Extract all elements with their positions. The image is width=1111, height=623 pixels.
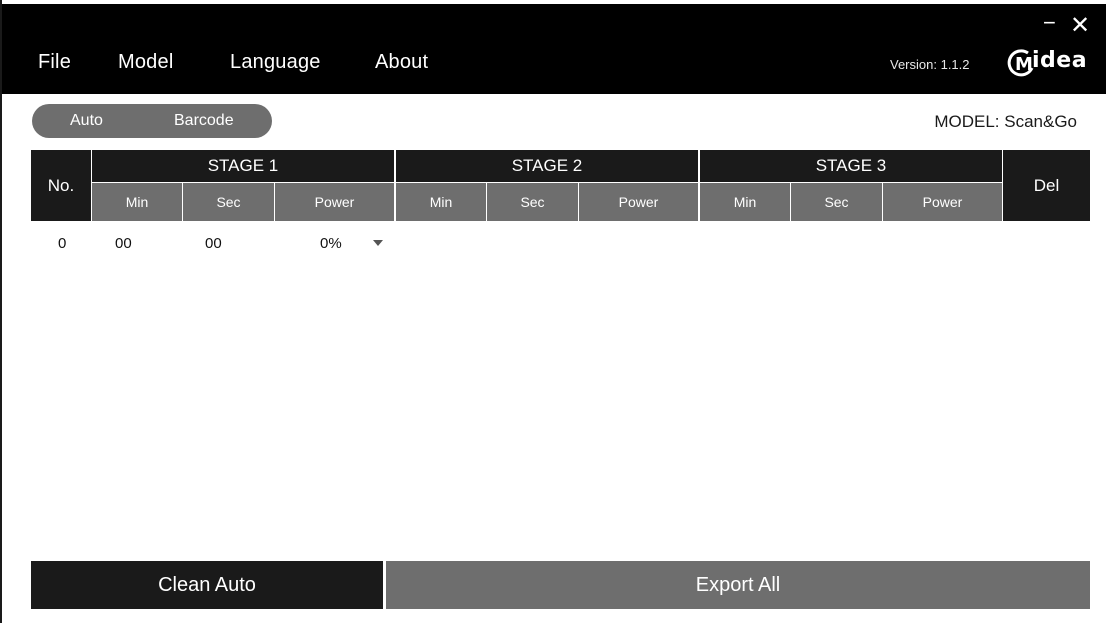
export-all-button[interactable]: Export All (386, 561, 1090, 609)
menu-language[interactable]: Language (230, 51, 321, 74)
mode-auto-option[interactable]: Auto (70, 112, 103, 130)
column-power: Power (579, 183, 698, 221)
column-min: Min (92, 183, 182, 221)
menu-about[interactable]: About (375, 51, 428, 74)
row-no: 0 (58, 235, 67, 252)
dropdown-arrow-icon[interactable] (373, 240, 383, 246)
version-label: Version: 1.1.2 (890, 57, 970, 72)
app-frame: File Model Language About − ✕ Version: 1… (0, 0, 1106, 623)
menu-model[interactable]: Model (118, 51, 173, 74)
title-bar: File Model Language About − ✕ Version: 1… (2, 4, 1106, 94)
logo-text: idea (1032, 48, 1088, 73)
column-sec: Sec (487, 183, 578, 221)
column-power: Power (883, 183, 1002, 221)
column-sec: Sec (183, 183, 274, 221)
row-sec[interactable]: 00 (205, 235, 222, 252)
minimize-icon[interactable]: − (1043, 10, 1056, 36)
stage-title: STAGE 2 (396, 150, 698, 182)
column-del: Del (1003, 150, 1090, 221)
stage-title: STAGE 3 (700, 150, 1002, 182)
stage-2-header: STAGE 2 Min Sec Power (396, 150, 698, 221)
mode-toggle[interactable]: Auto Barcode (32, 104, 272, 138)
logo-mark-letter: M (1015, 54, 1033, 75)
clean-auto-button[interactable]: Clean Auto (31, 561, 383, 609)
row-min[interactable]: 00 (115, 235, 132, 252)
column-min: Min (700, 183, 790, 221)
stage-3-header: STAGE 3 Min Sec Power (700, 150, 1002, 221)
column-sec: Sec (791, 183, 882, 221)
close-icon[interactable]: ✕ (1070, 11, 1090, 40)
column-min: Min (396, 183, 486, 221)
column-no: No. (31, 150, 91, 221)
model-label: MODEL: Scan&Go (934, 112, 1077, 131)
stage-title: STAGE 1 (92, 150, 394, 182)
table-header: No. STAGE 1 Min Sec Power STAGE 2 Min Se… (31, 150, 1090, 221)
menu-file[interactable]: File (38, 51, 71, 74)
column-power: Power (275, 183, 394, 221)
row-power-select[interactable]: 0% (320, 235, 342, 252)
stage-1-header: STAGE 1 Min Sec Power (92, 150, 394, 221)
mode-barcode-option[interactable]: Barcode (174, 112, 234, 130)
